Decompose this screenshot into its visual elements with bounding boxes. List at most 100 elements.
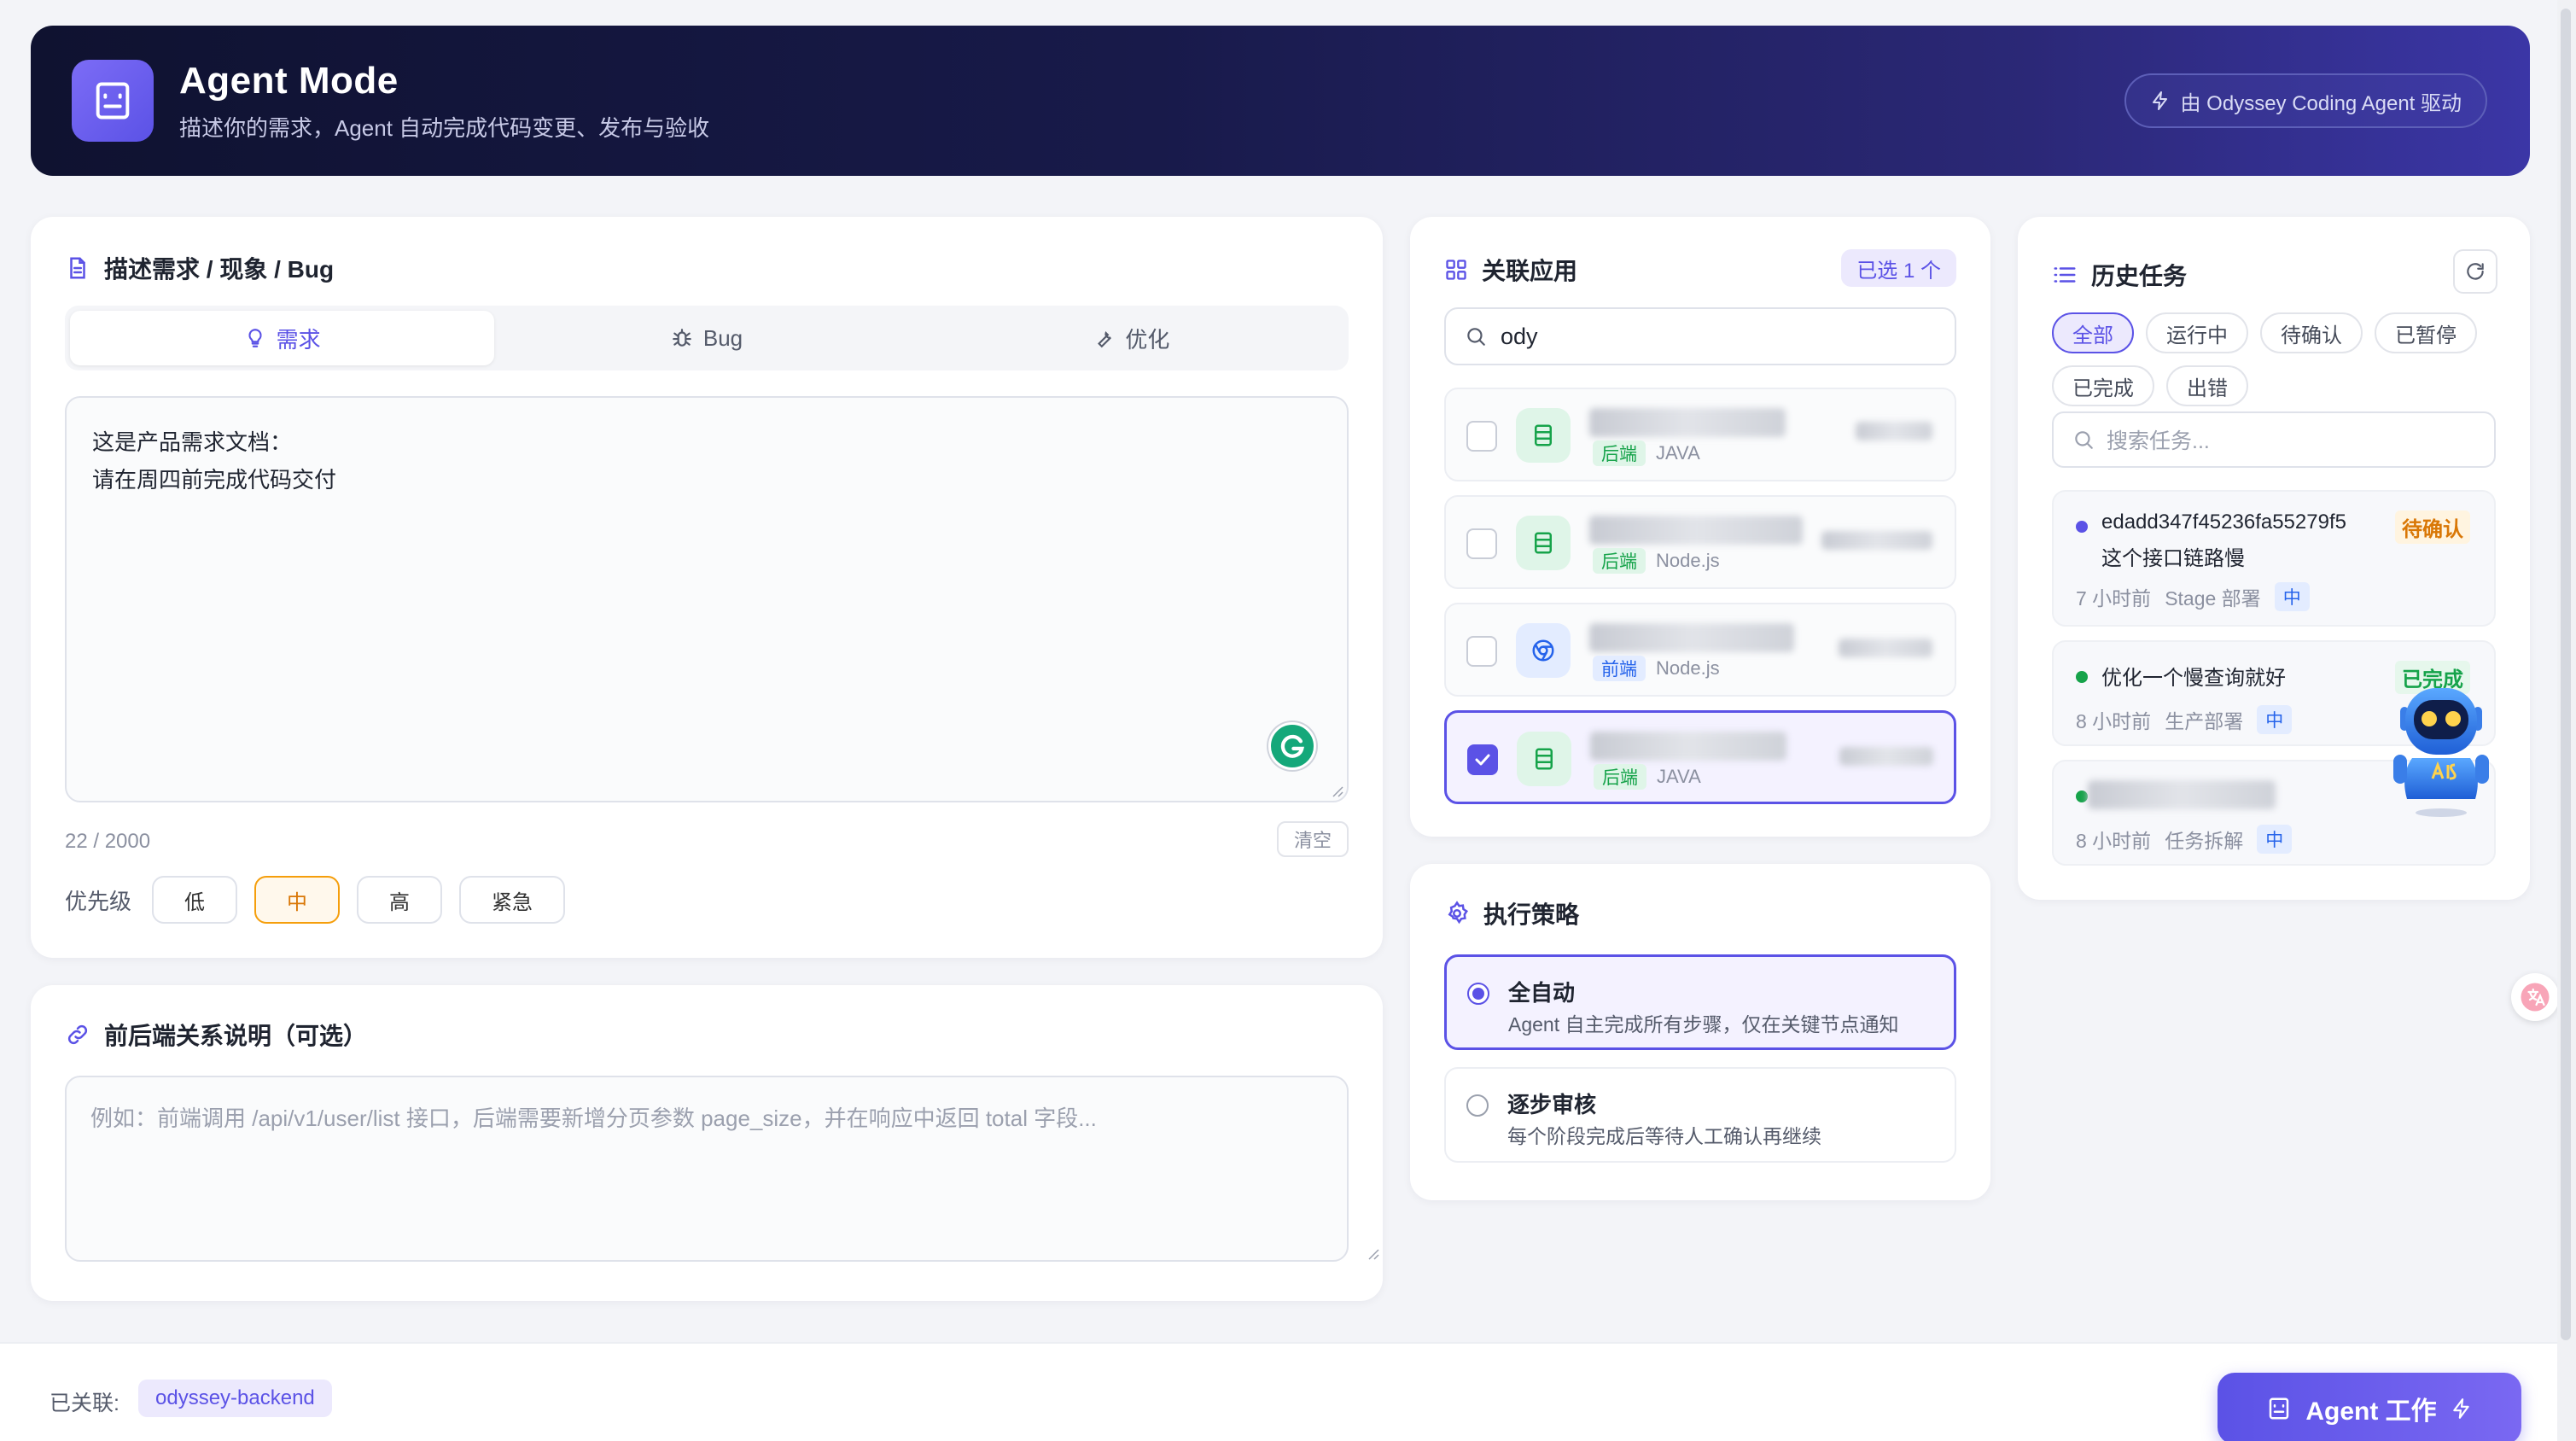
list-icon [2052,262,2078,288]
tab-bug[interactable]: Bug [494,311,918,365]
history-filters: 全部 运行中 待确认 已暂停 已完成 出错 [2052,312,2513,406]
search-icon [2072,429,2095,451]
strategy-card: 执行策略 全自动 Agent 自主完成所有步骤，仅在关键节点通知 逐步审核 每个… [1410,864,1990,1200]
app-list-item[interactable]: 后端 Node.js [1444,495,1956,589]
app-language: Node.js [1656,550,1720,571]
translate-fab[interactable] [2511,973,2559,1021]
page-title: Agent Mode [179,59,399,102]
app-owner-redacted [1856,422,1932,440]
filter-error[interactable]: 出错 [2166,365,2248,406]
resize-handle-icon[interactable] [1330,784,1343,797]
bug-icon [671,327,693,349]
priority-medium-button[interactable]: 中 [254,876,341,924]
app-search-input[interactable]: ody [1444,307,1956,365]
grammarly-icon[interactable] [1268,722,1316,770]
priority-badge: 中 [2257,825,2293,854]
filter-pending[interactable]: 待确认 [2260,312,2363,353]
app-list-item-selected[interactable]: 后端 JAVA [1444,710,1956,804]
filter-all[interactable]: 全部 [2052,312,2134,353]
scrollbar-thumb[interactable] [2561,9,2571,1340]
radio-unselected[interactable] [1466,1094,1489,1117]
refresh-button[interactable] [2453,249,2497,294]
task-title-redacted [2088,780,2276,809]
filter-paused[interactable]: 已暂停 [2375,312,2477,353]
agent-work-button[interactable]: Agent 工作 [2218,1373,2521,1441]
app-type-tag: 后端 [1593,440,1646,466]
priority-urgent-button[interactable]: 紧急 [459,876,566,924]
link-icon [65,1022,90,1047]
requirement-card: 描述需求 / 现象 / Bug 需求 Bug 优化 这是产品需求文档： 请在周四… [31,217,1383,958]
task-meta: 8 小时前 生产部署 中 [2076,705,2293,734]
app-type-tag: 前端 [1593,656,1646,681]
page-subtitle: 描述你的需求，Agent 自动完成代码变更、发布与验收 [179,114,710,141]
app-list-item[interactable]: 后端 JAVA [1444,388,1956,481]
filter-done[interactable]: 已完成 [2052,365,2154,406]
priority-low-button[interactable]: 低 [152,876,238,924]
robot-mascot-icon[interactable] [2381,666,2501,820]
linked-app-chip: odyssey-backend [138,1380,332,1417]
task-meta: 8 小时前 任务拆解 中 [2076,825,2293,854]
agent-icon [2266,1396,2292,1421]
page-header: Agent Mode 描述你的需求，Agent 自动完成代码变更、发布与验收 由… [31,26,2530,176]
strategy-option-auto[interactable]: 全自动 Agent 自主完成所有步骤，仅在关键节点通知 [1444,954,1956,1050]
agent-logo-icon [72,60,154,142]
history-title: 历史任务 [2052,258,2187,292]
priority-label: 优先级 [65,888,132,914]
linked-label: 已关联: [50,1391,119,1415]
gear-icon [1444,901,1470,926]
server-icon [1517,732,1571,786]
linked-apps-card: 关联应用 已选 1 个 ody 后端 JAVA 后端 Node.js 前端 No… [1410,217,1990,837]
app-name-redacted [1589,516,1803,545]
app-checkbox[interactable] [1466,421,1497,452]
task-item[interactable]: edadd347f45236fa55279f5 这个接口链路慢 待确认 7 小时… [2052,490,2496,627]
clear-button[interactable]: 清空 [1276,821,1349,857]
grid-icon [1444,258,1468,282]
chrome-icon [1516,623,1571,678]
bottom-action-bar: 已关联: odyssey-backend Agent 工作 [0,1342,2557,1441]
strategy-option-review[interactable]: 逐步审核 每个阶段完成后等待人工确认再继续 [1444,1067,1956,1163]
powered-by-badge: 由 Odyssey Coding Agent 驱动 [2124,73,2487,128]
status-badge: 待确认 [2395,510,2470,544]
selected-count-badge: 已选 1 个 [1841,249,1956,287]
requirement-card-title: 描述需求 / 现象 / Bug [65,251,334,285]
relation-textarea[interactable]: 例如：前端调用 /api/v1/user/list 接口，后端需要新增分页参数 … [65,1076,1349,1262]
search-icon [1465,325,1487,347]
refresh-icon [2464,260,2486,283]
app-checkbox[interactable] [1466,528,1497,559]
radio-selected[interactable] [1467,983,1489,1005]
task-meta: 7 小时前 Stage 部署 中 [2076,582,2310,611]
status-dot [2076,671,2088,683]
app-language: JAVA [1657,766,1701,787]
tab-optimize[interactable]: 优化 [919,311,1343,365]
relation-card: 前后端关系说明（可选） 例如：前端调用 /api/v1/user/list 接口… [31,985,1383,1301]
tab-requirement[interactable]: 需求 [70,311,495,365]
app-language: Node.js [1656,657,1720,679]
lightbulb-icon [244,327,266,349]
priority-badge: 中 [2274,582,2310,611]
priority-high-button[interactable]: 高 [357,876,443,924]
app-type-tag: 后端 [1594,764,1646,790]
linked-apps-title: 关联应用 [1444,253,1577,287]
app-list-item[interactable]: 前端 Node.js [1444,603,1956,697]
lightning-icon [2150,90,2171,111]
app-name-redacted [1590,732,1786,761]
resize-handle-icon[interactable] [1366,1246,1379,1260]
wrench-icon [1093,327,1115,349]
strategy-title: 执行策略 [1444,896,1579,931]
server-icon [1516,408,1571,463]
task-search-input[interactable]: 搜索任务... [2052,411,2496,468]
status-dot [2076,521,2088,533]
document-icon [65,255,90,281]
priority-selector: 优先级 低 中 高 紧急 [65,876,566,924]
status-dot [2076,791,2088,802]
app-owner-redacted [1839,747,1933,766]
app-checkbox-checked[interactable] [1467,744,1498,775]
translate-icon [2520,982,2550,1012]
app-language: JAVA [1656,442,1700,464]
char-count: 22 / 2000 [65,830,151,853]
relation-card-title: 前后端关系说明（可选） [65,1018,367,1052]
requirement-textarea[interactable]: 这是产品需求文档： 请在周四前完成代码交付 [65,396,1349,802]
app-checkbox[interactable] [1466,636,1497,667]
filter-running[interactable]: 运行中 [2146,312,2248,353]
lightning-icon [2451,1397,2473,1420]
